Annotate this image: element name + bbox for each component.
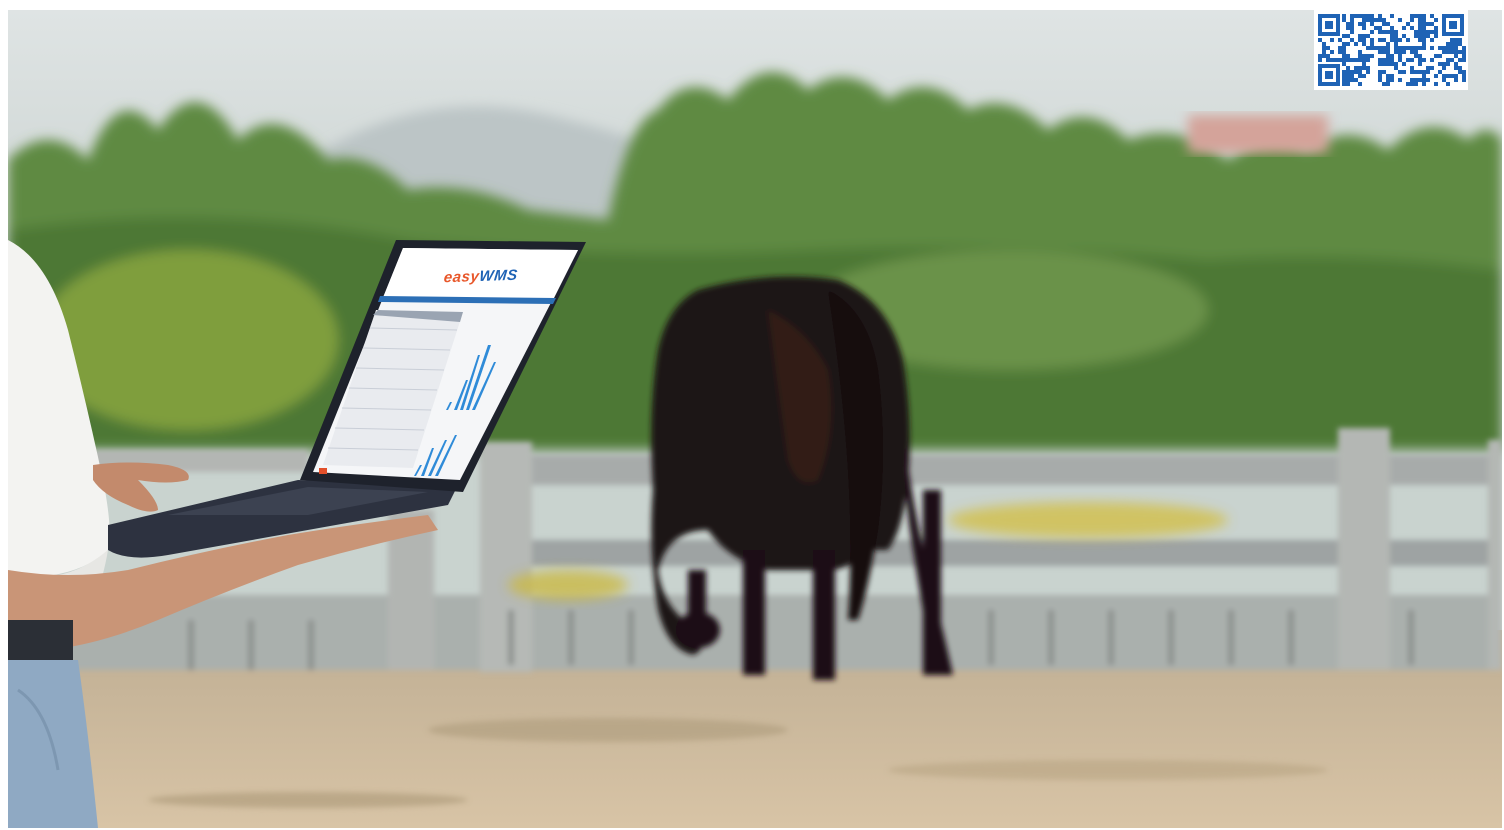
logo-word-easy: easy [442,268,481,287]
photo-frame: easyWMS [8,10,1502,828]
logo-word-wms: WMS [478,266,519,286]
qr-code-graphic [1314,10,1468,90]
distant-roof [1188,115,1328,153]
qr-code-icon[interactable] [1314,10,1468,90]
laptop-screen-logo: easyWMS [443,267,519,287]
background-photo [8,10,1502,828]
